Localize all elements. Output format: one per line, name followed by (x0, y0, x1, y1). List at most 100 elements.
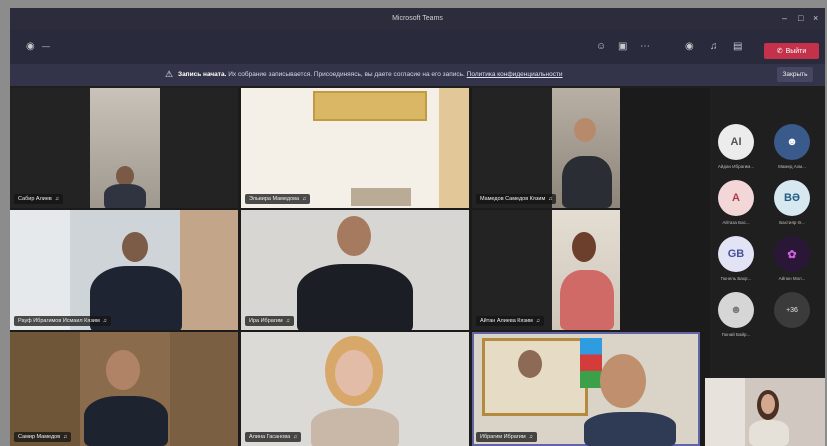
mic-icon: ♫ (293, 434, 298, 440)
avatar-photo[interactable]: ☻ (718, 292, 754, 328)
share-screen-icon[interactable]: ▤ (733, 41, 742, 52)
person-icon: ☻ (786, 136, 798, 148)
avatar-label: Гюнай Байр... (721, 332, 751, 337)
flag (580, 338, 602, 388)
video-tile[interactable]: Рауф Ибрагимов Исмаил Кязим ♫ (10, 210, 238, 330)
video-tile[interactable]: Ира Ибрагим ♫ (241, 210, 469, 330)
maximize-icon[interactable]: □ (798, 13, 803, 23)
recording-bold-text: Запись начата. (178, 71, 227, 78)
mic-icon: ♫ (54, 196, 59, 202)
meeting-toolbar: ◉ — ☺ ▣ ⋯ ◉ ♫ ▤ ✆ Выйти (10, 30, 825, 64)
mic-icon: ♫ (528, 434, 533, 440)
wall (705, 378, 745, 446)
mic-icon: ♫ (102, 318, 107, 324)
portrait-figure (518, 350, 542, 378)
video-tile[interactable]: Самир Мамедов ♫ (10, 332, 238, 446)
avatar-label: Айтаза Бас... (722, 220, 750, 225)
avatar-label: Гюнель Бахр... (720, 276, 752, 281)
background-wall (180, 210, 238, 330)
participant-body (560, 270, 614, 330)
participant-head (572, 232, 596, 262)
title-bar: Microsoft Teams – □ × (10, 8, 825, 30)
flower-icon: ✿ (787, 248, 797, 261)
participant-body (297, 264, 413, 330)
portrait-frame (482, 338, 588, 416)
leave-label: Выйти (785, 47, 807, 55)
avatar-label: Бахтияр Ə... (779, 220, 805, 225)
desk (351, 188, 411, 206)
bookshelf (10, 332, 80, 446)
privacy-link[interactable]: Политика конфиденциальности (467, 71, 563, 78)
teams-window: Microsoft Teams – □ × ◉ — ☺ ▣ ⋯ ◉ ♫ ▤ ✆ … (10, 8, 825, 446)
participant-name-tag: Рауф Ибрагимов Исмаил Кязим ♫ (14, 316, 111, 326)
participant-name-tag: Эльвира Мамедова ♫ (245, 194, 311, 204)
participant-head (116, 166, 134, 186)
participant-head (761, 394, 775, 414)
dismiss-button[interactable]: Закрыть (777, 67, 813, 82)
avatar-photo[interactable]: ☻ (774, 124, 810, 160)
video-tile[interactable]: Сабир Алиев ♫ (10, 88, 238, 208)
minimize-icon[interactable]: – (782, 13, 787, 23)
phone-icon: ✆ (776, 48, 783, 55)
mic-icon: ♫ (302, 196, 307, 202)
leave-button[interactable]: ✆ Выйти (764, 43, 819, 59)
avatar-label: Мамед Ахм... (778, 164, 806, 169)
mic-icon: ♫ (548, 196, 553, 202)
meeting-timer: — (42, 42, 50, 51)
participant-name-tag: Алина Гасанова ♫ (245, 432, 302, 442)
avatar[interactable]: A (718, 180, 754, 216)
wall-frame (313, 91, 427, 121)
window-title: Microsoft Teams (392, 15, 443, 22)
warning-icon: ⚠ (165, 69, 174, 79)
participant-body (584, 412, 676, 446)
window-blinds (10, 210, 70, 330)
avatar[interactable]: AI (718, 124, 754, 160)
avatar-label: Айгюн Мол... (778, 276, 806, 281)
participant-head (122, 232, 148, 262)
participant-name-tag: Ира Ибрагим ♫ (245, 316, 294, 326)
participant-body (562, 156, 612, 208)
participants-icon[interactable]: ☺ (596, 41, 606, 52)
avatar[interactable]: BƏ (774, 180, 810, 216)
recording-message: Запись начата. Их собрание записывается.… (178, 71, 563, 78)
participant-name-tag: Сабир Алиев ♫ (14, 194, 63, 204)
curtain (439, 88, 469, 208)
avatar[interactable]: GB (718, 236, 754, 272)
close-icon[interactable]: × (813, 13, 818, 23)
overflow-participants-badge[interactable]: +36 (774, 292, 810, 328)
mic-icon: ♫ (63, 434, 68, 440)
microphone-icon[interactable]: ♫ (710, 41, 718, 52)
participant-body (311, 408, 399, 446)
mic-icon: ♫ (285, 318, 290, 324)
avatar-photo[interactable]: ✿ (774, 236, 810, 272)
participant-head (335, 350, 373, 396)
person-icon: ☻ (730, 304, 742, 316)
recording-banner: ⚠ Запись начата. Их собрание записываетс… (10, 64, 825, 86)
more-actions-icon[interactable]: ⋯ (640, 41, 650, 52)
camera-icon[interactable]: ◉ (685, 41, 694, 52)
video-tile[interactable]: Айтан Алиева Кязим ♫ (472, 210, 620, 330)
video-grid: Сабир Алиев ♫ Эльвира Мамедова ♫ Мамедов С… (10, 88, 710, 446)
recording-text: Их собрание записывается. Присоединяясь,… (228, 71, 465, 78)
participant-name-tag: Самир Мамедов ♫ (14, 432, 72, 442)
participant-name-tag: Ибрагим Ибрагим ♫ (476, 432, 537, 442)
video-tile[interactable]: Эльвира Мамедова ♫ (241, 88, 469, 208)
self-view-video[interactable] (705, 378, 825, 446)
participant-head (337, 216, 371, 256)
participant-name-tag: Мамедов Самедов Кязим ♫ (476, 194, 557, 204)
video-tile[interactable]: Мамедов Самедов Кязим ♫ (472, 88, 620, 208)
participant-body (84, 396, 168, 446)
mic-icon: ♫ (535, 318, 540, 324)
bookshelf (170, 332, 238, 446)
chat-icon[interactable]: ▣ (618, 41, 627, 52)
avatar-label: Айдан Ибрагим... (717, 164, 755, 169)
video-tile[interactable]: Алина Гасанова ♫ (241, 332, 469, 446)
shield-icon: ◉ (26, 41, 35, 52)
participant-body (749, 420, 789, 446)
participant-head (106, 350, 140, 390)
video-tile-active-speaker[interactable]: Ибрагим Ибрагим ♫ (472, 332, 700, 446)
participant-body (104, 184, 146, 208)
participant-head (574, 118, 596, 142)
participant-name-tag: Айтан Алиева Кязим ♫ (476, 316, 544, 326)
participant-head (600, 354, 646, 408)
